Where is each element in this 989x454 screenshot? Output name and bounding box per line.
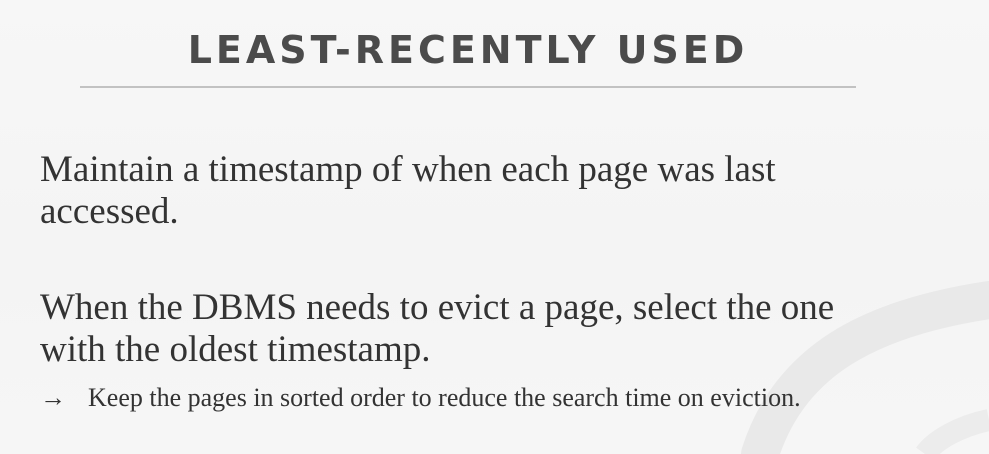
sub-bullet-text: Keep the pages in sorted order to reduce…	[88, 383, 801, 412]
arrow-right-icon: →	[40, 383, 66, 412]
slide: LEAST-RECENTLY USED Maintain a timestamp…	[0, 0, 989, 454]
sub-bullet: → Keep the pages in sorted order to redu…	[40, 383, 900, 413]
title-divider	[80, 86, 856, 88]
paragraph-evict: When the DBMS needs to evict a page, sel…	[40, 287, 835, 370]
paragraph-timestamp: Maintain a timestamp of when each page w…	[40, 149, 776, 232]
slide-title: LEAST-RECENTLY USED	[187, 28, 749, 72]
